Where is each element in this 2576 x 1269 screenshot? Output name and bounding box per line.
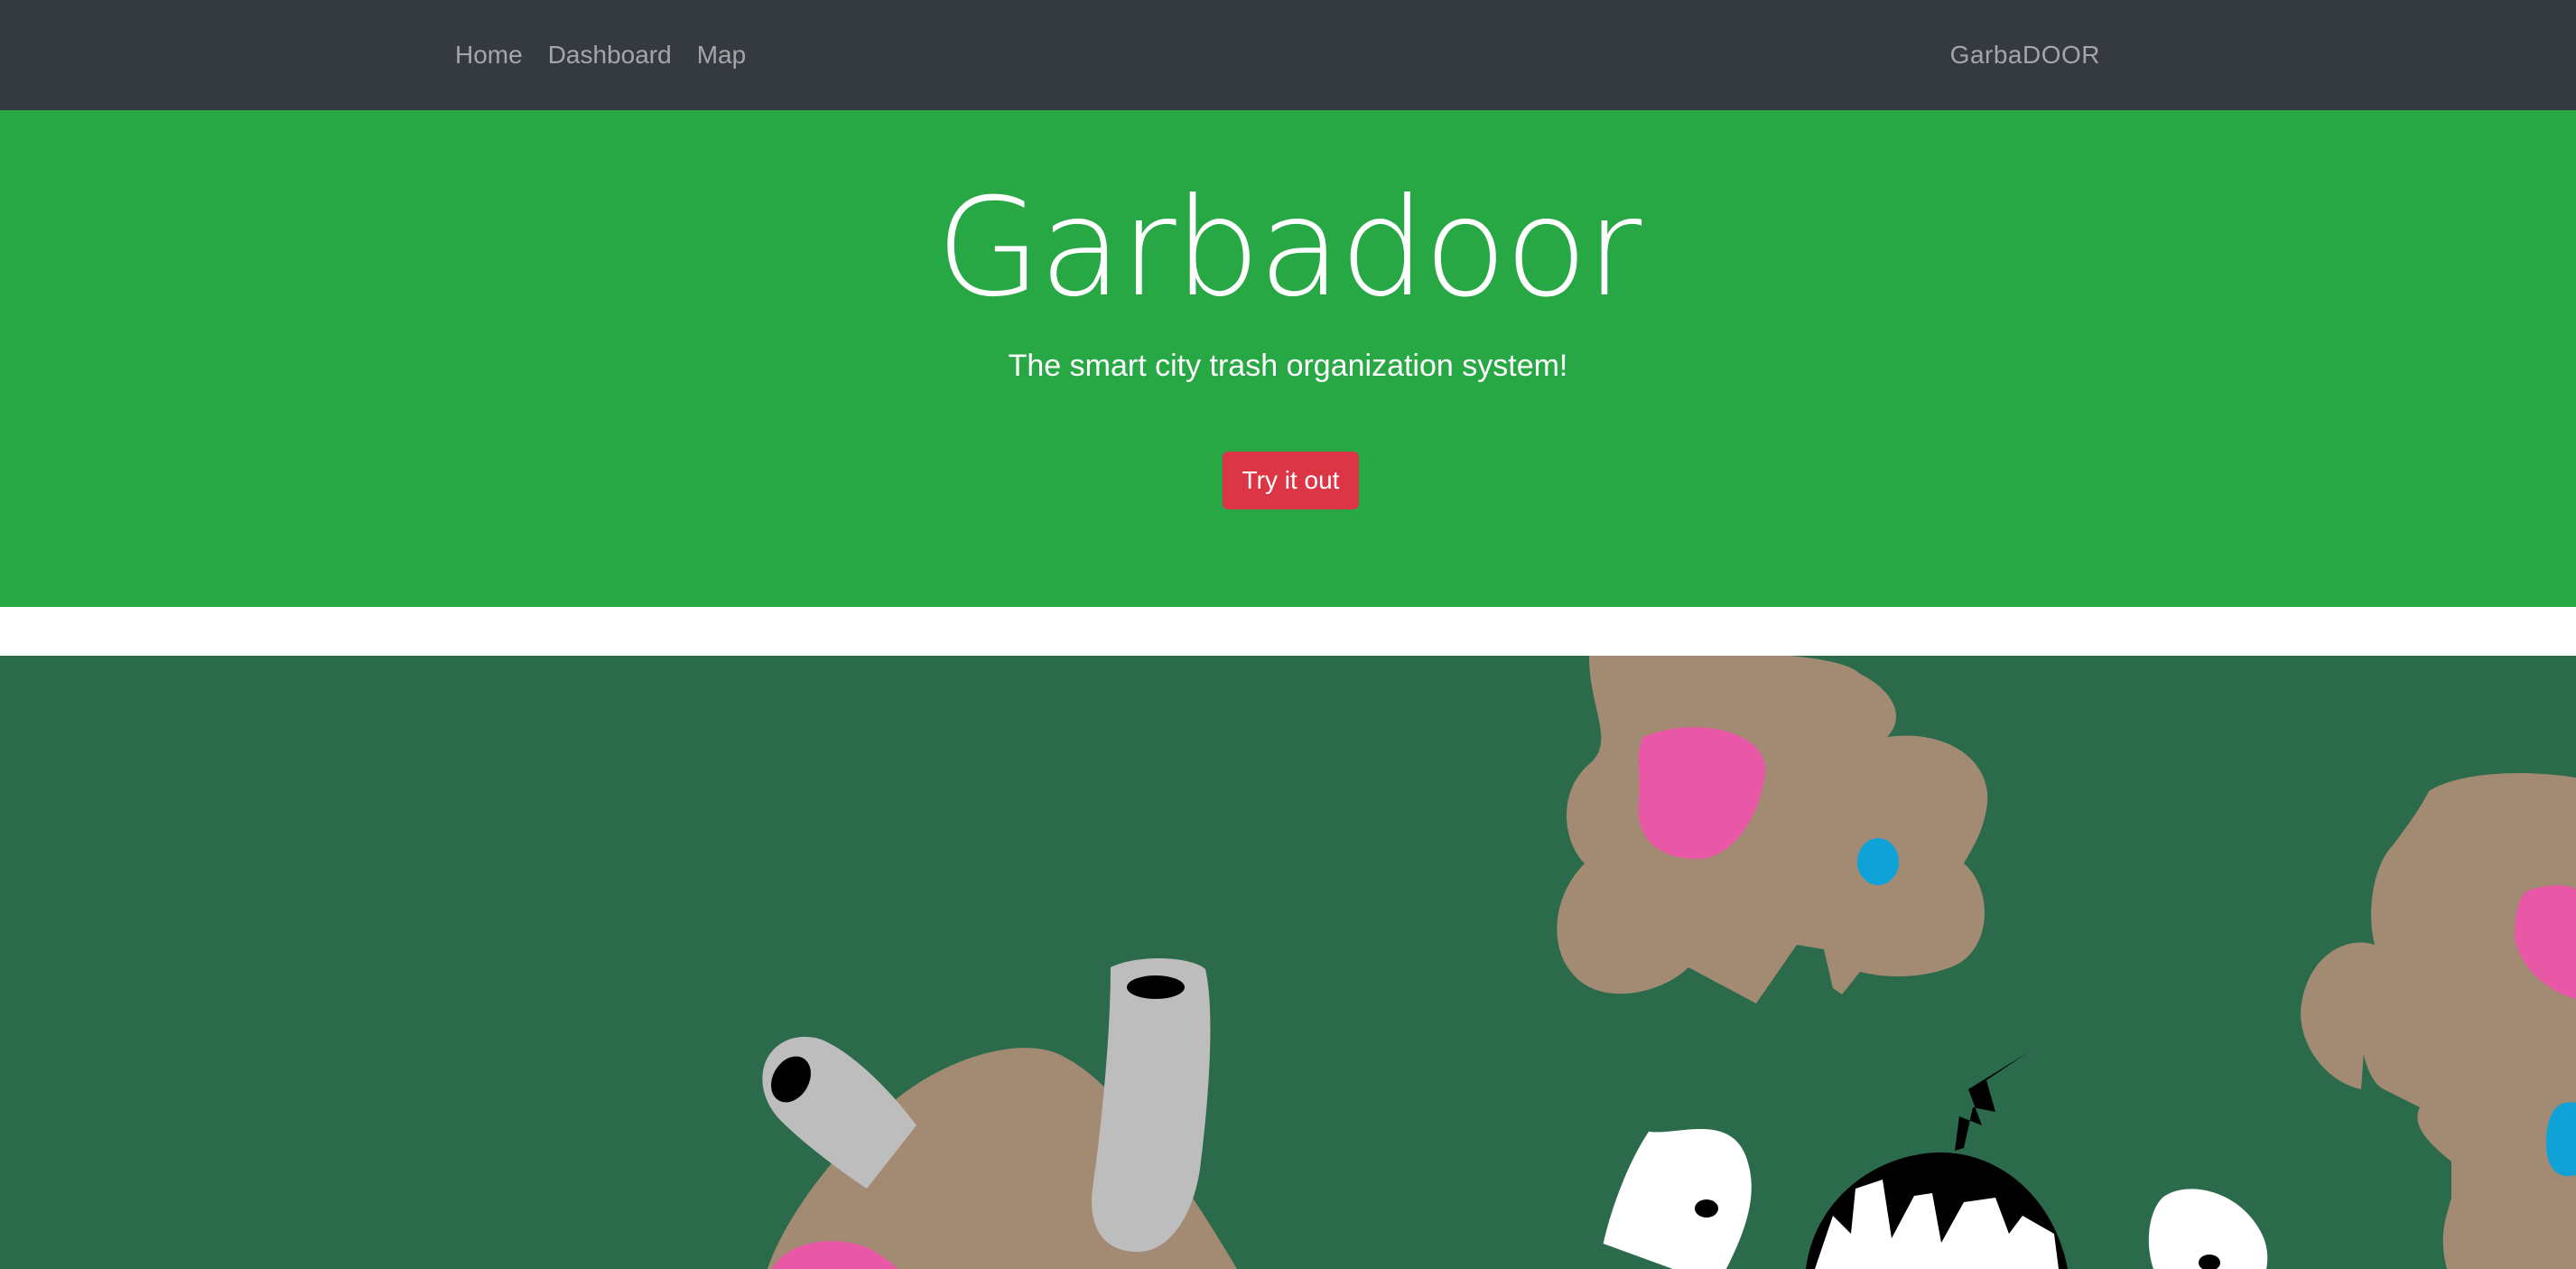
nav-link-map[interactable]: Map xyxy=(697,41,746,70)
nav-links: Home Dashboard Map xyxy=(455,0,746,110)
monster-illustration xyxy=(762,656,2576,1269)
top-navbar: Home Dashboard Map GarbaDOOR xyxy=(0,0,2576,110)
trash-blob-monster-2 xyxy=(2301,773,2576,1269)
illustration-banner xyxy=(0,656,2576,1269)
pipe-creature xyxy=(762,958,1237,1269)
trash-blob-monster-1 xyxy=(1557,656,1988,1003)
nav-link-home[interactable]: Home xyxy=(455,41,523,70)
section-divider xyxy=(0,607,2576,656)
navbar-brand[interactable]: GarbaDOOR xyxy=(1950,0,2100,110)
hero-jumbotron: Garbadoor The smart city trash organizat… xyxy=(0,110,2576,607)
try-it-out-button[interactable]: Try it out xyxy=(1223,452,1359,509)
hero-title: Garbadoor xyxy=(935,170,1641,327)
hero-tagline: The smart city trash organization system… xyxy=(1008,349,1568,383)
grinning-shadow-monster xyxy=(1603,1053,2268,1269)
nav-link-dashboard[interactable]: Dashboard xyxy=(548,41,672,70)
